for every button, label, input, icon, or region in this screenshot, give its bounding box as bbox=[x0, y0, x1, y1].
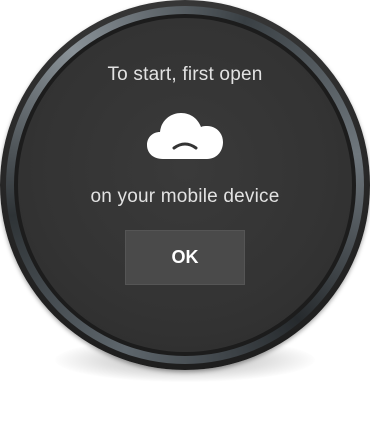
ok-button[interactable]: OK bbox=[125, 230, 245, 285]
watch-screen: To start, first open on your mobile devi… bbox=[18, 18, 352, 352]
message-bottom: on your mobile device bbox=[90, 186, 280, 207]
watch-bezel: To start, first open on your mobile devi… bbox=[0, 0, 370, 370]
watch-stage: To start, first open on your mobile devi… bbox=[0, 0, 370, 424]
cloud-sad-icon bbox=[146, 111, 224, 161]
message-top: To start, first open bbox=[107, 64, 263, 85]
